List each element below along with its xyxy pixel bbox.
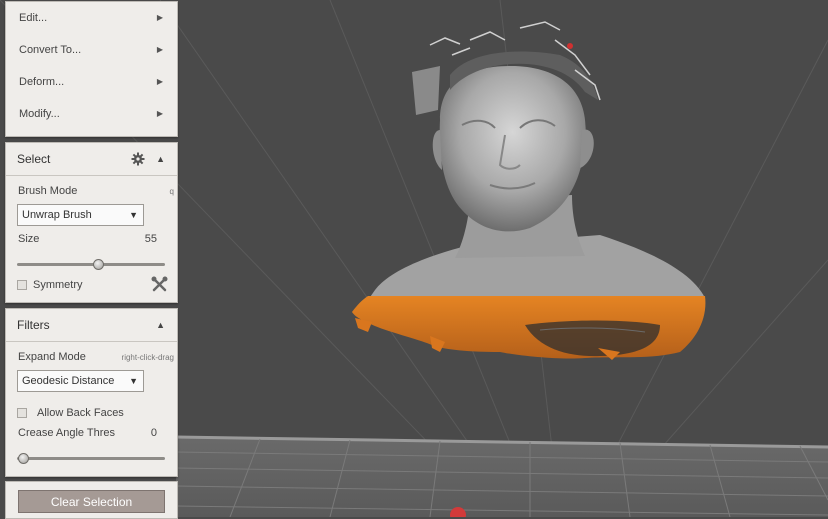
brush-mode-hotkey: q (169, 187, 174, 196)
brush-mode-select[interactable]: Unwrap Brush ▼ (17, 204, 144, 226)
expand-mode-hint: right-click-drag (121, 353, 174, 362)
select-panel: Select ▲ Brush Mode q Unwrap Brush ▼ Siz… (5, 142, 178, 303)
crease-angle-slider-handle[interactable] (18, 453, 29, 464)
menu-arrow-icon: ▶ (156, 45, 163, 54)
filters-panel: Filters ▲ Expand Mode right-click-drag G… (5, 308, 178, 477)
panel-title: Select (17, 152, 51, 166)
crease-angle-label: Crease Angle Thres (18, 427, 116, 439)
dropdown-caret-icon: ▼ (129, 210, 138, 220)
gear-icon[interactable] (131, 152, 145, 166)
menu-arrow-icon: ▶ (156, 109, 163, 118)
panel-title: Filters (17, 318, 50, 332)
expand-mode-select[interactable]: Geodesic Distance ▼ (17, 370, 144, 392)
expand-mode-value: Geodesic Distance (22, 375, 115, 387)
select-panel-header[interactable]: Select ▲ (6, 143, 177, 176)
crease-angle-slider[interactable] (17, 453, 165, 464)
selection-actions-panel: Clear Selection (5, 481, 178, 519)
size-slider-handle[interactable] (93, 259, 104, 270)
size-value: 55 (144, 233, 157, 245)
symmetry-checkbox[interactable] (17, 280, 27, 290)
menu-item-label: Modify... (19, 108, 60, 120)
collapse-icon[interactable]: ▲ (156, 143, 165, 175)
menu-item-label: Edit... (19, 12, 48, 24)
dropdown-caret-icon: ▼ (129, 376, 138, 386)
menu-item-modify[interactable]: Modify... ▶ (6, 98, 177, 130)
clear-selection-button[interactable]: Clear Selection (18, 490, 165, 513)
menu-item-edit[interactable]: Edit... ▶ (6, 2, 177, 34)
symmetry-label: Symmetry (33, 279, 83, 291)
allow-back-faces-label: Allow Back Faces (37, 407, 124, 419)
tool-menu-panel: Edit... ▶ Convert To... ▶ Deform... ▶ Mo… (5, 1, 178, 137)
collapse-icon[interactable]: ▲ (156, 309, 165, 341)
size-label: Size (18, 233, 40, 245)
filters-panel-header[interactable]: Filters ▲ (6, 309, 177, 342)
bust-mesh[interactable] (352, 21, 706, 360)
brush-mode-value: Unwrap Brush (22, 209, 92, 221)
expand-mode-label: Expand Mode (18, 351, 86, 363)
menu-arrow-icon: ▶ (156, 77, 163, 86)
wrench-icon[interactable] (151, 276, 168, 293)
crease-angle-value: 0 (150, 427, 157, 439)
menu-item-label: Convert To... (19, 44, 82, 56)
size-slider[interactable] (17, 259, 165, 270)
brush-mode-label: Brush Mode (18, 185, 78, 197)
menu-item-label: Deform... (19, 76, 65, 88)
menu-arrow-icon: ▶ (156, 13, 163, 22)
menu-item-convert-to[interactable]: Convert To... ▶ (6, 34, 177, 66)
ground-plane (175, 435, 828, 517)
allow-back-faces-checkbox[interactable] (17, 408, 27, 418)
menu-item-deform[interactable]: Deform... ▶ (6, 66, 177, 98)
